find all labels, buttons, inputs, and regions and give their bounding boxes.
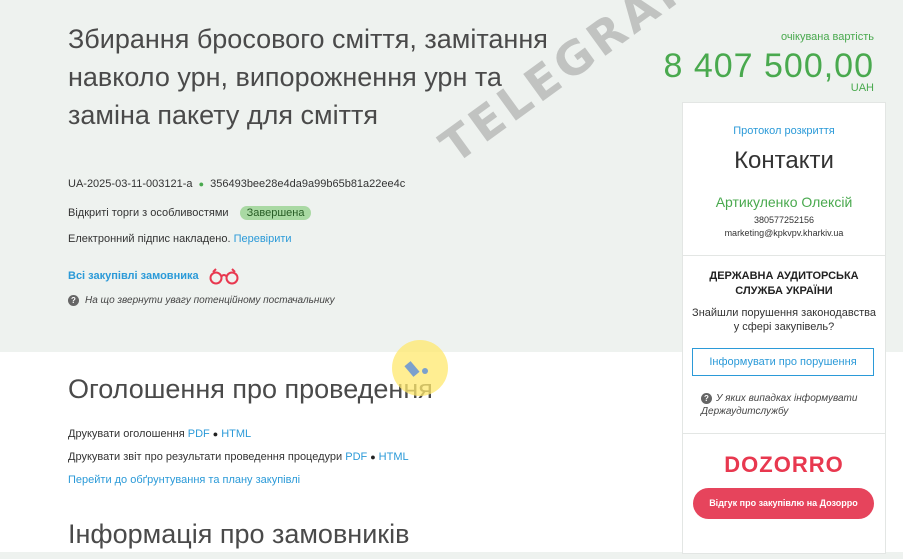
audit-help-text: У яких випадках інформувати Держаудитслу… — [701, 393, 858, 417]
tender-id-line: UA-2025-03-11-003121-a ● 356493bee28e4da… — [68, 178, 405, 190]
opening-protocol-link[interactable]: Протокол розкриття — [683, 125, 885, 137]
contact-email: marketing@kpkvpv.kharkiv.ua — [724, 228, 844, 238]
print-announcement-line: Друкувати оголошення PDF ● HTML — [68, 428, 251, 440]
announcement-heading: Оголошення про проведення — [68, 374, 433, 404]
audit-question: Знайшли порушення законодавства у сфері … — [692, 307, 876, 333]
binoculars-icon[interactable] — [208, 267, 240, 285]
separator-dot-icon: ● — [198, 179, 205, 189]
supplier-help-text: На що звернути увагу потенційному постач… — [85, 295, 335, 307]
watermark-logo-icon — [392, 340, 448, 396]
print-report-html-link[interactable]: HTML — [379, 451, 409, 463]
procedure-type-line: Відкриті торги з особливостями Завершена — [68, 206, 312, 220]
contacts-title: Контакти — [734, 147, 834, 174]
dozorro-logo: DOZORRO — [724, 452, 844, 477]
question-icon: ? — [68, 295, 79, 306]
dozorro-feedback-button[interactable]: Відгук про закупівлю на Дозорро — [693, 488, 874, 519]
signature-line: Електронний підпис накладено. Перевірити — [68, 233, 292, 245]
procedure-type: Відкриті торги з особливостями — [68, 207, 229, 219]
tender-hash: 356493bee28e4da9a99b65b81a22ee4c — [210, 178, 406, 190]
expected-price-amount: 8 407 500,00 — [663, 47, 874, 85]
print-announcement-html-link[interactable]: HTML — [221, 428, 251, 440]
status-badge: Завершена — [239, 206, 312, 220]
goto-plan-link[interactable]: Перейти до обґрунтування та плану закупі… — [68, 474, 300, 486]
contacts-panel: Протокол розкриття Контакти Артикуленко … — [682, 102, 886, 554]
question-icon: ? — [701, 392, 712, 404]
audit-service-title: ДЕРЖАВНА АУДИТОРСЬКА СЛУЖБА УКРАЇНИ — [709, 270, 859, 297]
audit-help-line[interactable]: ? У яких випадках інформувати Держаудитсл… — [701, 392, 879, 418]
print-report-label: Друкувати звіт про результати проведення… — [68, 451, 343, 463]
print-announcement-pdf-link[interactable]: PDF — [188, 428, 210, 440]
all-customer-purchases-link[interactable]: Всі закупівлі замовника — [68, 270, 199, 282]
print-report-line: Друкувати звіт про результати проведення… — [68, 451, 409, 463]
print-report-pdf-link[interactable]: PDF — [345, 451, 367, 463]
signature-text: Електронний підпис накладено. — [68, 233, 231, 245]
contact-name: Артикуленко Олексій — [715, 194, 853, 210]
report-violation-button[interactable]: Інформувати про порушення — [692, 348, 874, 376]
expected-price-label: очікувана вартість — [780, 31, 874, 43]
price-currency: UAH — [850, 82, 874, 94]
contact-phone: 380577252156 — [753, 215, 815, 225]
supplier-help-line[interactable]: ? На що звернути увагу потенційному поста… — [68, 295, 335, 306]
tender-id: UA-2025-03-11-003121-a — [68, 178, 193, 190]
panel-divider — [683, 255, 885, 256]
bullet-icon: ● — [370, 452, 376, 462]
bullet-icon: ● — [212, 429, 219, 439]
verify-signature-link[interactable]: Перевірити — [234, 233, 292, 245]
print-announcement-label: Друкувати оголошення — [68, 428, 185, 440]
panel-divider — [683, 433, 885, 434]
customers-heading: Інформація про замовників — [68, 519, 410, 549]
